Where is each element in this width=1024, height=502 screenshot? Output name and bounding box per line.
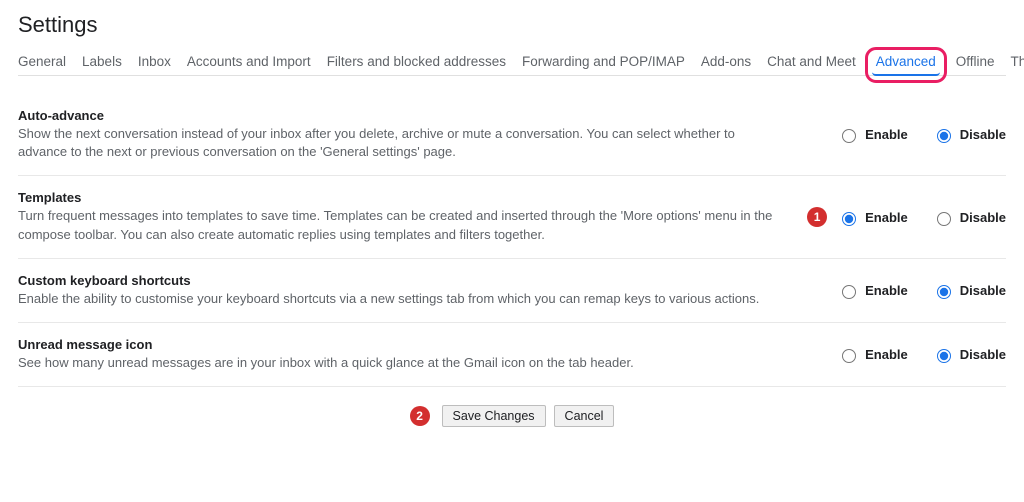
tab-filters-blocked[interactable]: Filters and blocked addresses [327,54,506,69]
setting-auto-advance-desc: Show the next conversation instead of yo… [18,125,786,161]
enable-label: Enable [865,347,908,362]
templates-disable-option[interactable]: Disable [932,209,1006,226]
enable-label: Enable [865,127,908,142]
tab-accounts-import[interactable]: Accounts and Import [187,54,311,69]
custom-shortcuts-enable-radio[interactable] [842,285,856,299]
tab-inbox[interactable]: Inbox [138,54,171,69]
tab-add-ons[interactable]: Add-ons [701,54,751,69]
unread-icon-enable-radio[interactable] [842,349,856,363]
buttons-row: 2 Save Changes Cancel [18,405,1006,427]
unread-icon-enable-option[interactable]: Enable [837,346,908,363]
tab-labels[interactable]: Labels [82,54,122,69]
cancel-button[interactable]: Cancel [554,405,615,427]
tab-themes[interactable]: Themes [1011,54,1024,69]
setting-custom-shortcuts-desc: Enable the ability to customise your key… [18,290,786,308]
templates-enable-option[interactable]: Enable [837,209,908,226]
setting-templates-desc: Turn frequent messages into templates to… [18,207,777,243]
tab-offline[interactable]: Offline [956,54,995,69]
setting-custom-shortcuts: Custom keyboard shortcuts Enable the abi… [18,259,1006,323]
settings-tabs: General Labels Inbox Accounts and Import… [18,54,1006,76]
auto-advance-enable-option[interactable]: Enable [837,126,908,143]
auto-advance-disable-option[interactable]: Disable [932,126,1006,143]
templates-enable-radio[interactable] [842,212,856,226]
setting-auto-advance-title: Auto-advance [18,108,786,123]
disable-label: Disable [960,127,1006,142]
disable-label: Disable [960,347,1006,362]
tab-forwarding-pop-imap[interactable]: Forwarding and POP/IMAP [522,54,685,69]
custom-shortcuts-enable-option[interactable]: Enable [837,282,908,299]
tab-chat-meet[interactable]: Chat and Meet [767,54,856,69]
setting-templates-title: Templates [18,190,777,205]
setting-custom-shortcuts-title: Custom keyboard shortcuts [18,273,786,288]
disable-label: Disable [960,210,1006,225]
unread-icon-disable-option[interactable]: Disable [932,346,1006,363]
page-title: Settings [18,12,1006,38]
enable-label: Enable [865,210,908,225]
auto-advance-disable-radio[interactable] [937,129,951,143]
custom-shortcuts-disable-option[interactable]: Disable [932,282,1006,299]
tab-general[interactable]: General [18,54,66,69]
save-changes-button[interactable]: Save Changes [442,405,546,427]
setting-unread-icon: Unread message icon See how many unread … [18,323,1006,387]
setting-auto-advance: Auto-advance Show the next conversation … [18,94,1006,176]
annotation-badge-2: 2 [410,406,430,426]
setting-unread-icon-title: Unread message icon [18,337,786,352]
unread-icon-disable-radio[interactable] [937,349,951,363]
enable-label: Enable [865,283,908,298]
annotation-badge-1: 1 [807,207,827,227]
tab-advanced[interactable]: Advanced [872,54,940,76]
templates-disable-radio[interactable] [937,212,951,226]
auto-advance-enable-radio[interactable] [842,129,856,143]
disable-label: Disable [960,283,1006,298]
setting-unread-icon-desc: See how many unread messages are in your… [18,354,786,372]
custom-shortcuts-disable-radio[interactable] [937,285,951,299]
setting-templates: Templates Turn frequent messages into te… [18,176,1006,258]
